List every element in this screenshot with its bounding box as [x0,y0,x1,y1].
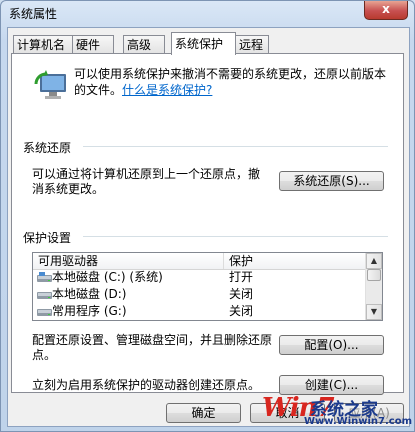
site-watermark: Win7 系统之家 Www.Winwin7.com [260,391,413,431]
drive-name: 本地磁盘 (C:) (系统) [52,270,163,284]
drive-icon [37,292,52,299]
dialog-client: 计算机名 硬件 高级 系统保护 远程 可以使用系统保护来撤消不需要的系统更改，还… [7,27,410,427]
configure-button[interactable]: 配置(O)... [279,335,384,355]
drive-list-header: 可用驱动器 保护 [33,253,366,270]
close-icon: x [382,2,390,16]
what-is-protection-link[interactable]: 什么是系统保护? [122,83,212,97]
restore-group-divider [83,146,388,147]
system-protection-icon [34,70,66,99]
drive-list-scrollbar[interactable]: ▲ ▼ [365,253,382,320]
config-description: 配置还原设置、管理磁盘空间，并且删除还原点。 [32,333,273,362]
ok-button[interactable]: 确定 [166,403,241,423]
drive-row[interactable]: 常用程序 (G:) 关闭 [33,303,366,320]
protection-group-divider [83,236,388,237]
column-separator [223,253,224,269]
intro-text: 可以使用系统保护来撤消不需要的系统更改，还原以前版本的文件。 [74,67,387,97]
arrow-down-icon: ▼ [370,307,378,316]
drive-row[interactable]: 本地磁盘 (D:) 关闭 [33,286,366,303]
drive-list[interactable]: 可用驱动器 保护 本地磁盘 (C:) (系统) 打开 本地磁盘 (D:) 关闭 … [32,252,383,321]
column-header-drive[interactable]: 可用驱动器 [38,254,98,268]
watermark-url: Www.Winwin7.com [304,416,413,427]
drive-protection-status: 关闭 [229,304,254,318]
restore-group-title: 系统还原 [23,141,72,155]
system-protection-panel: 可以使用系统保护来撤消不需要的系统更改，还原以前版本的文件。什么是系统保护? 系… [11,53,404,395]
restore-description: 可以通过将计算机还原到上一个还原点，撤消系统更改。 [32,167,261,196]
drive-protection-status: 关闭 [229,287,254,301]
system-restore-button[interactable]: 系统还原(S)... [279,171,384,191]
tab-remote[interactable]: 远程 [235,35,269,53]
close-button[interactable]: x [364,1,408,20]
window-title: 系统属性 [9,7,58,21]
system-drive-icon [37,272,52,282]
create-description: 立刻为启用系统保护的驱动器创建还原点。 [32,378,261,392]
title-bar[interactable]: 系统属性 x [1,1,414,23]
intro-description: 可以使用系统保护来撤消不需要的系统更改，还原以前版本的文件。什么是系统保护? [74,66,392,98]
column-header-protection[interactable]: 保护 [229,254,253,268]
tab-computer-name[interactable]: 计算机名 [13,35,73,53]
scroll-thumb[interactable] [367,269,381,281]
tab-hardware[interactable]: 硬件 [72,35,114,53]
scroll-down-button[interactable]: ▼ [366,304,382,320]
drive-row[interactable]: 本地磁盘 (C:) (系统) 打开 [33,269,366,286]
drive-icon [37,309,52,316]
tab-advanced[interactable]: 高级 [123,35,165,53]
system-properties-window: 系统属性 x 计算机名 硬件 高级 系统保护 远程 可以使用系统保护来撤消不需要… [0,0,415,432]
scroll-up-button[interactable]: ▲ [366,253,382,269]
drive-name: 本地磁盘 (D:) [52,287,127,301]
tab-system-protection[interactable]: 系统保护 [171,32,236,55]
arrow-up-icon: ▲ [370,256,378,265]
drive-name: 常用程序 (G:) [52,304,127,318]
protection-group-title: 保护设置 [23,231,72,245]
drive-protection-status: 打开 [229,270,254,284]
